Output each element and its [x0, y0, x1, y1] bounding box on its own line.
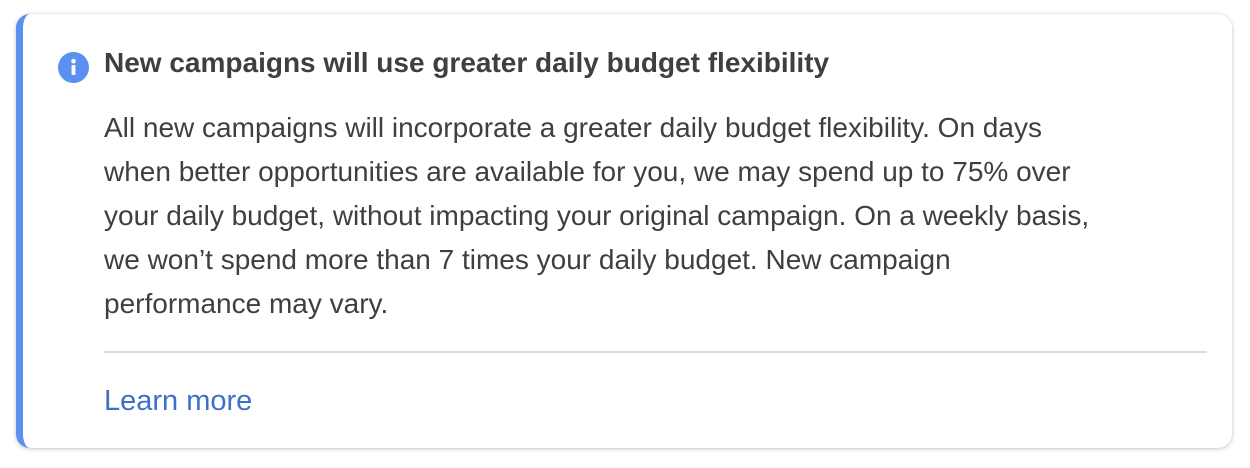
notice-body: All new campaigns will incorporate a gre…	[104, 106, 1204, 326]
notice-body-line: when better opportunities are available …	[104, 156, 1071, 187]
learn-more-link[interactable]: Learn more	[104, 381, 252, 421]
notice-body-line: your daily budget, without impacting you…	[104, 200, 1090, 231]
notice-body-line: we won’t spend more than 7 times your da…	[104, 244, 951, 275]
divider	[104, 351, 1207, 353]
notice-title: New campaigns will use greater daily bud…	[104, 47, 830, 78]
info-icon	[58, 52, 89, 83]
info-notice-card: New campaigns will use greater daily bud…	[16, 14, 1232, 448]
notice-body-line: All new campaigns will incorporate a gre…	[104, 112, 1042, 143]
notice-body-line: performance may vary.	[104, 288, 389, 319]
